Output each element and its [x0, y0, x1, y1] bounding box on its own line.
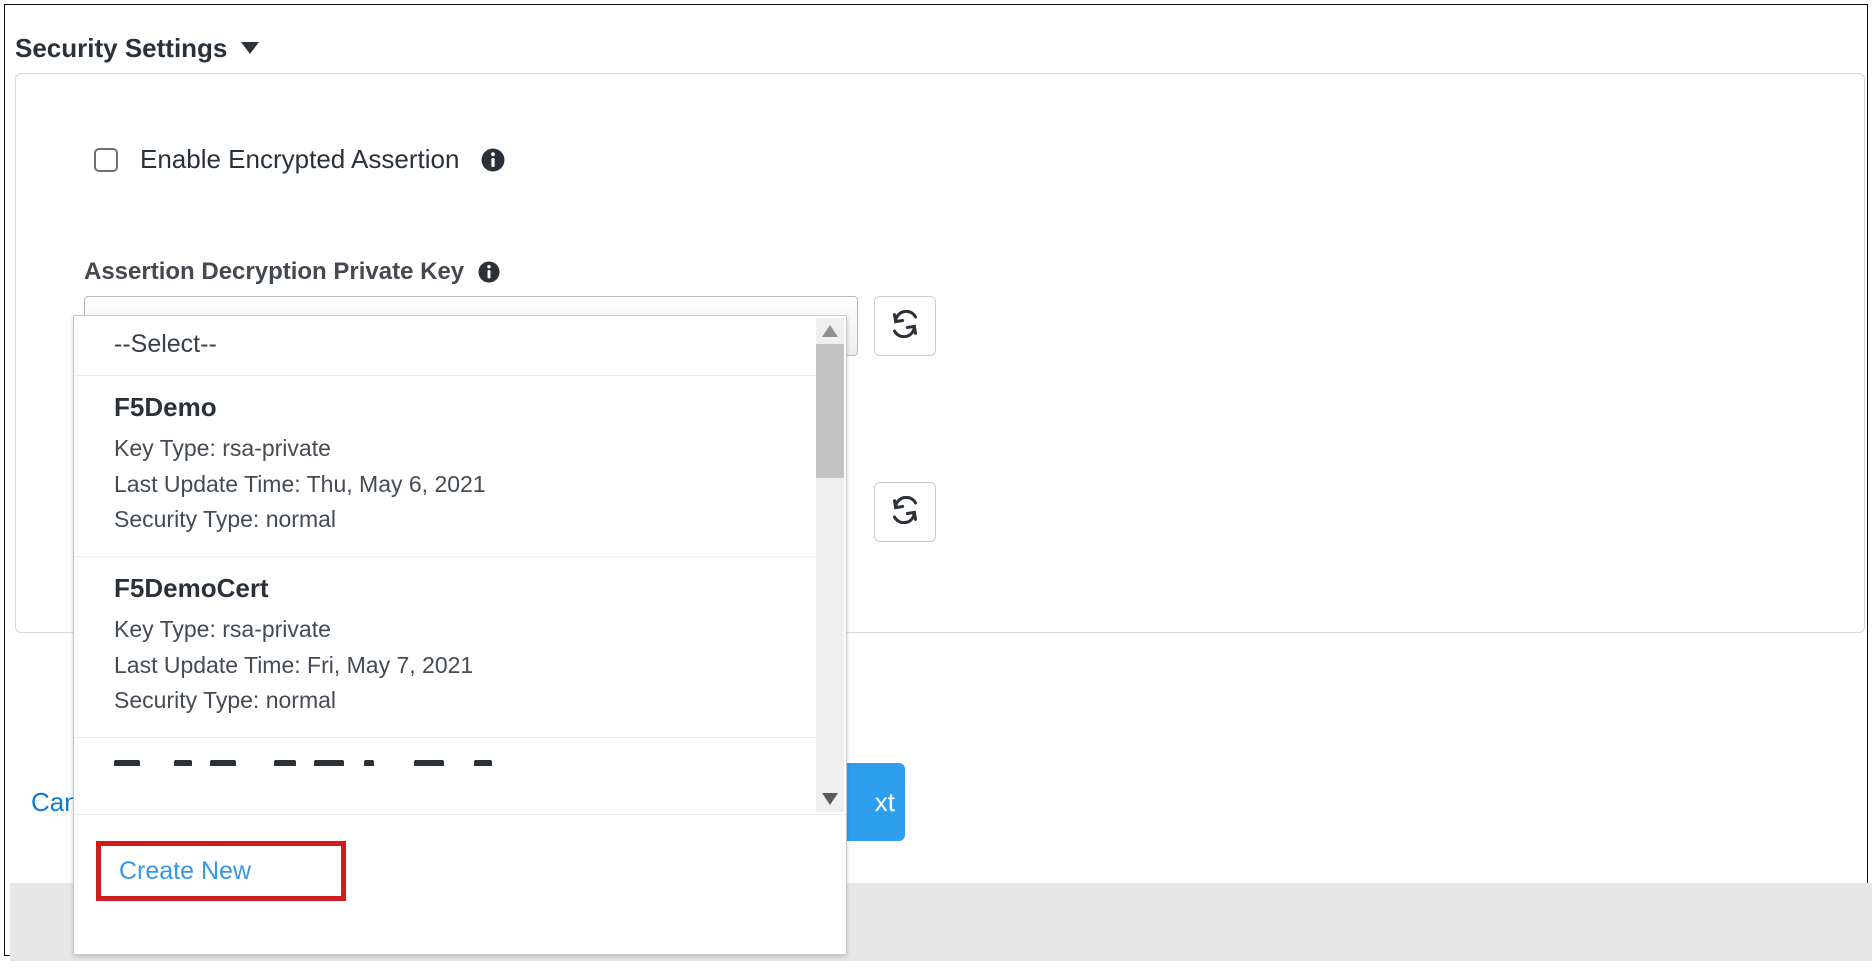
info-icon[interactable] [478, 261, 500, 283]
create-new-label: Create New [119, 857, 251, 886]
dropdown-option-f5demo[interactable]: F5Demo Key Type: rsa-private Last Update… [74, 376, 818, 557]
dropdown-option-updated: Last Update Time: Thu, May 6, 2021 [114, 467, 778, 503]
dropdown-option-updated: Last Update Time: Fri, May 7, 2021 [114, 648, 778, 684]
create-new-option[interactable]: Create New [96, 841, 346, 901]
section-header-security-settings[interactable]: Security Settings [15, 33, 259, 64]
enable-encrypted-assertion-checkbox[interactable] [94, 148, 118, 172]
scroll-down-icon[interactable] [816, 786, 844, 812]
refresh-icon [891, 496, 919, 529]
assertion-key-label: Assertion Decryption Private Key [84, 258, 464, 286]
scrollbar-thumb[interactable] [816, 344, 844, 478]
section-title: Security Settings [15, 33, 227, 64]
cancel-button[interactable]: Can [31, 787, 79, 818]
refresh-icon [891, 310, 919, 343]
assertion-key-dropdown: --Select-- F5Demo Key Type: rsa-private … [73, 315, 847, 955]
dropdown-option-security: Security Type: normal [114, 502, 778, 538]
dropdown-option-keytype: Key Type: rsa-private [114, 612, 778, 648]
refresh-button[interactable] [874, 482, 936, 542]
enable-encrypted-assertion-row: Enable Encrypted Assertion [94, 144, 505, 175]
dropdown-option-name: F5Demo [114, 392, 778, 423]
dropdown-option-f5democert[interactable]: F5DemoCert Key Type: rsa-private Last Up… [74, 557, 818, 738]
dropdown-scrollbar[interactable] [816, 318, 844, 812]
scroll-up-icon[interactable] [816, 318, 844, 344]
dropdown-option-select[interactable]: --Select-- [74, 316, 818, 376]
dropdown-option-security: Security Type: normal [114, 683, 778, 719]
dropdown-scroll-area: --Select-- F5Demo Key Type: rsa-private … [74, 316, 846, 814]
dropdown-option-keytype: Key Type: rsa-private [114, 431, 778, 467]
enable-encrypted-assertion-label: Enable Encrypted Assertion [140, 144, 459, 175]
next-button-label: xt [875, 787, 895, 818]
next-button[interactable]: xt [841, 763, 905, 841]
refresh-button[interactable] [874, 296, 936, 356]
dropdown-footer: Create New [74, 814, 846, 954]
info-icon[interactable] [481, 148, 505, 172]
caret-down-icon [241, 42, 259, 56]
dropdown-option-name: F5DemoCert [114, 573, 778, 604]
assertion-key-label-row: Assertion Decryption Private Key [84, 258, 500, 286]
dropdown-option-truncated[interactable] [74, 738, 818, 766]
